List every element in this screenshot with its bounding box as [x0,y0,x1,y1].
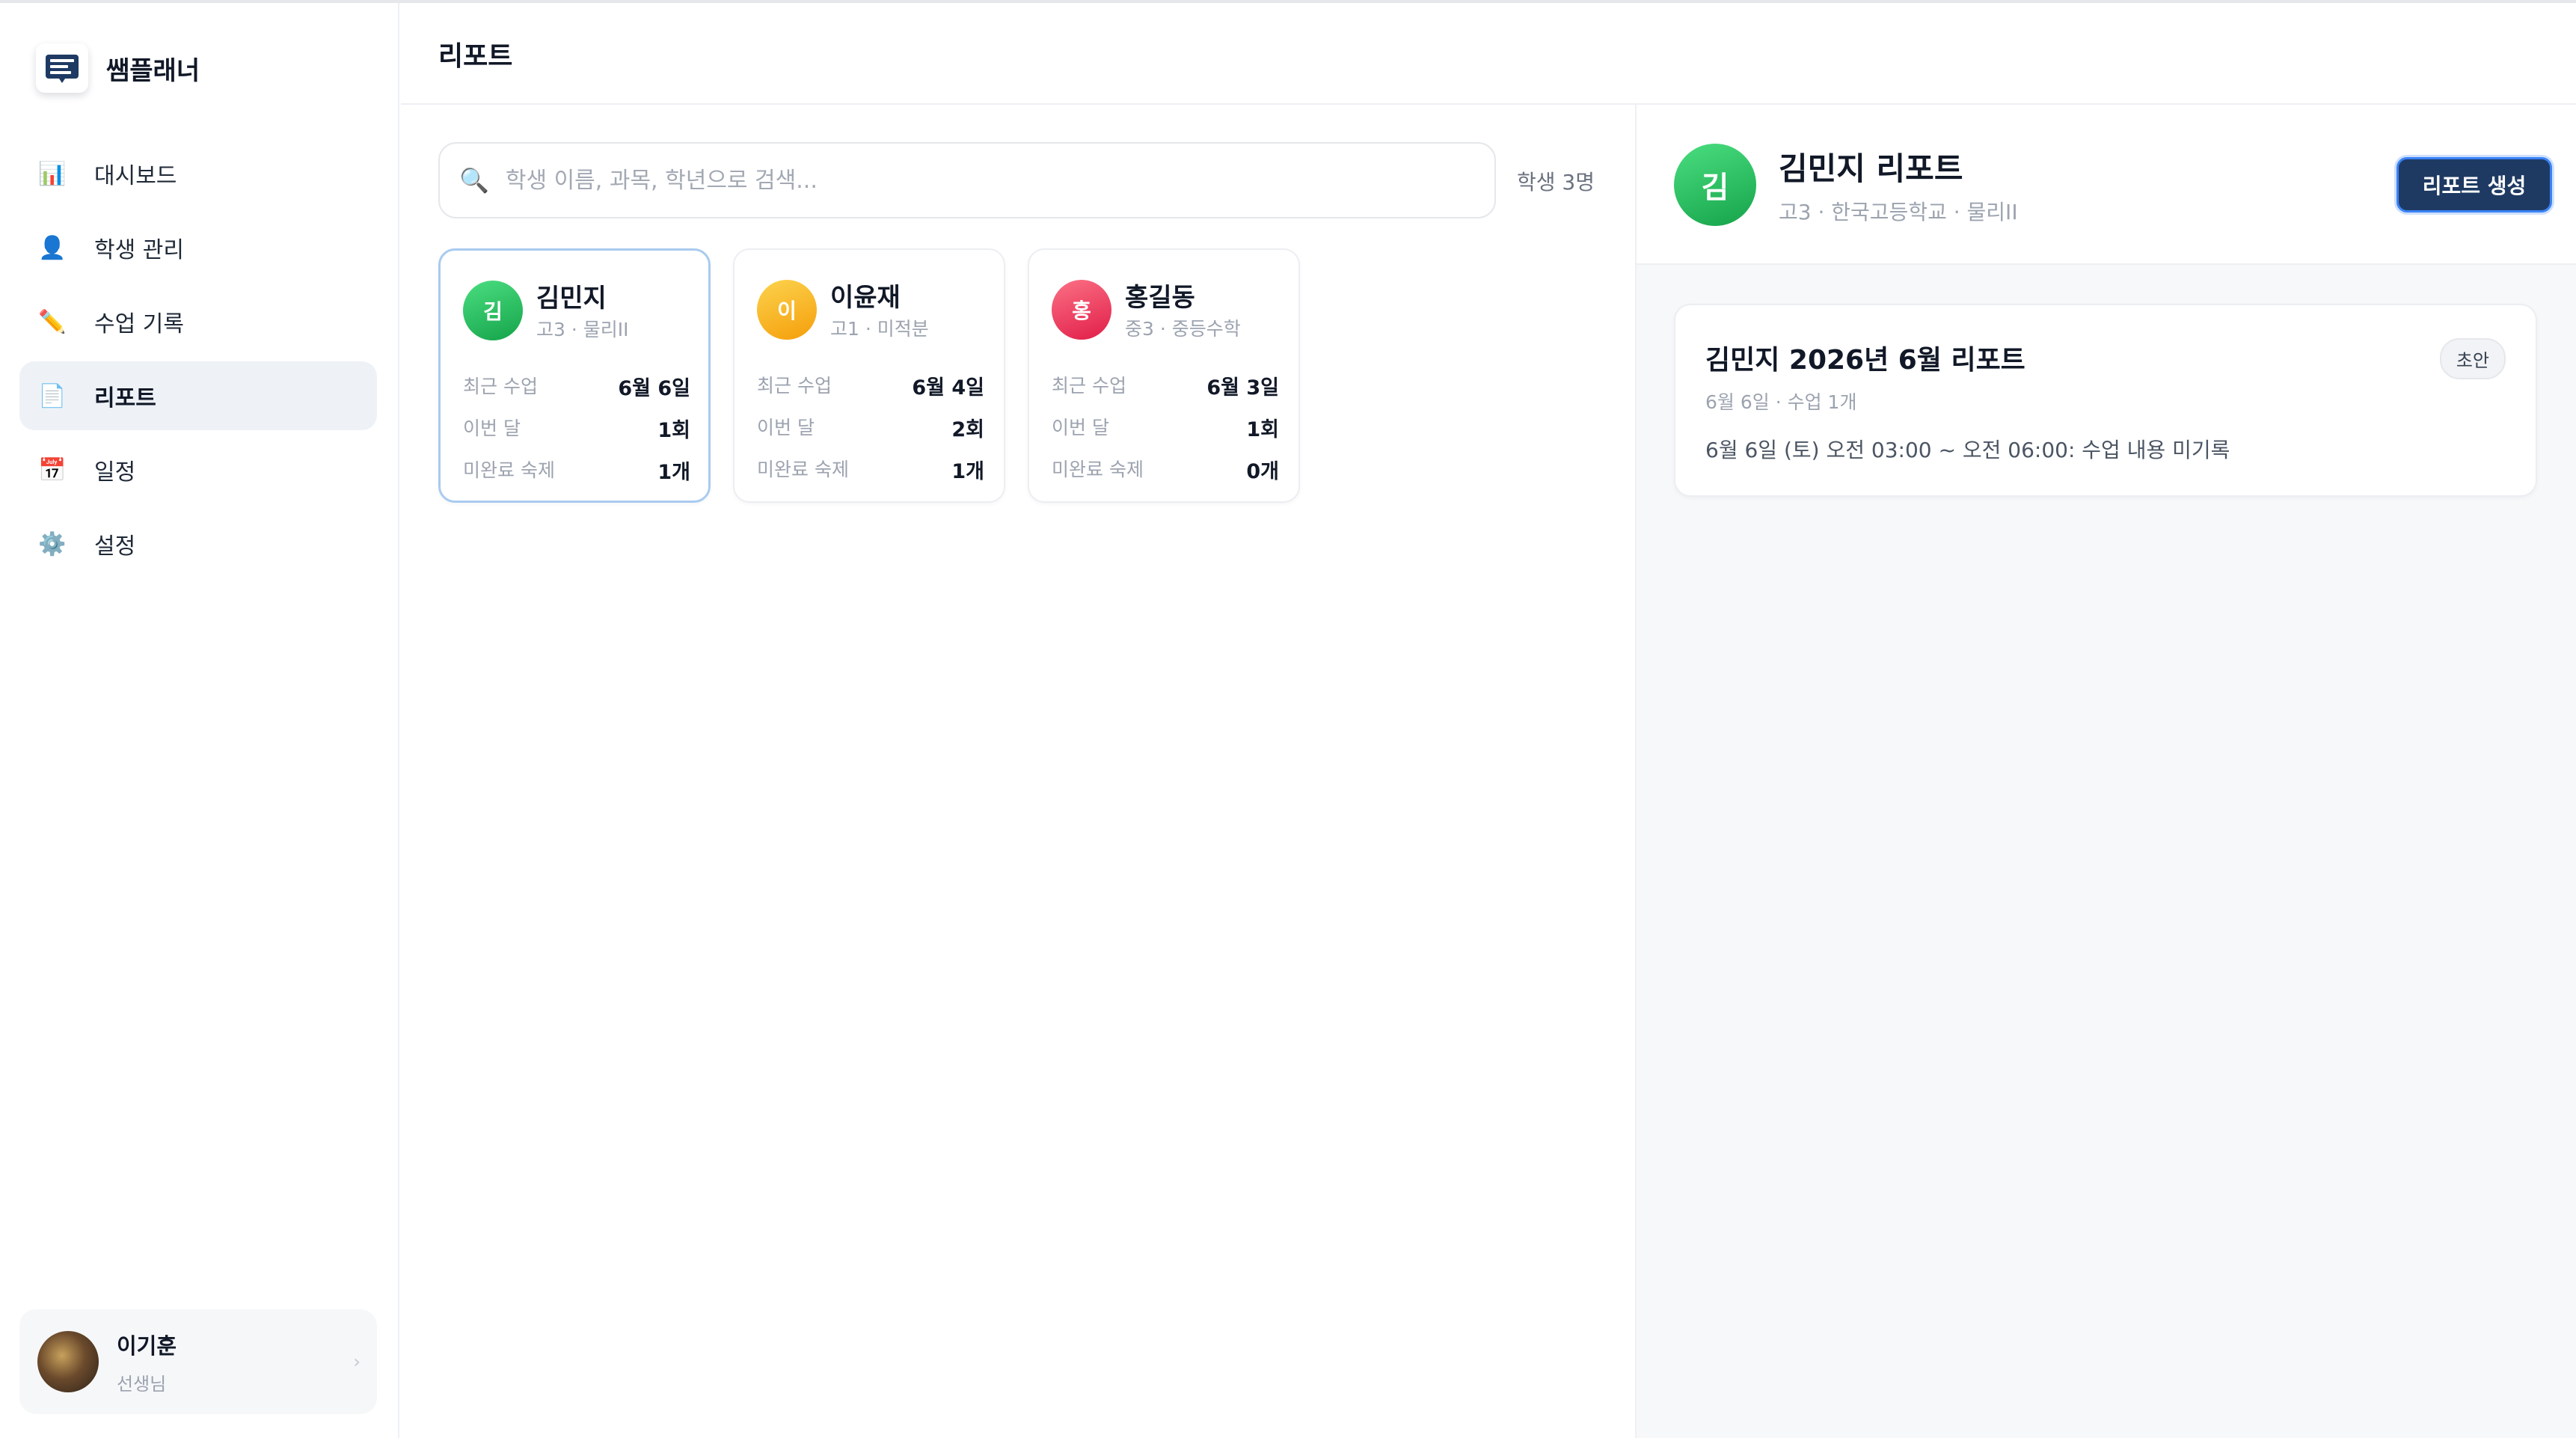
card-stat-row: 이번 달 2회 [757,413,984,442]
page-title: 리포트 [438,41,513,72]
student-name: 이윤재 [830,283,901,313]
user-role: 선생님 [117,1373,167,1395]
sidebar-item-reports[interactable]: 📄 리포트 [19,361,377,430]
brand[interactable]: 쌤플래너 [36,43,200,93]
stat-value: 6월 4일 [912,376,984,400]
student-subtitle: 고1 · 미적분 [830,318,929,340]
bar-chart-icon: 📊 [38,160,67,187]
sidebar-item-label: 학생 관리 [94,237,184,263]
card-stat-row: 이번 달 1회 [463,414,690,443]
sidebar-item-label: 수업 기록 [94,311,184,337]
search-box[interactable]: 🔍 [438,142,1496,218]
generate-report-button[interactable]: 리포트 생성 [2396,157,2552,212]
page-header: 리포트 [401,3,2576,105]
chevron-right-icon: › [353,1351,361,1372]
report-title: 김민지 2026년 6월 리포트 [1705,345,2025,376]
sidebar-item-label: 대시보드 [94,163,177,189]
stat-value: 1회 [657,419,690,442]
sidebar-item-lessons[interactable]: ✏️ 수업 기록 [19,287,377,356]
stat-value: 1개 [951,460,984,483]
stat-label: 최근 수업 [757,375,832,397]
stat-label: 미완료 숙제 [463,459,555,481]
report-summary: 6월 6일 (토) 오전 03:00 ~ 오전 06:00: 수업 내용 미기록 [1705,438,2230,462]
report-detail-panel: 김 김민지 리포트 고3 · 한국고등학교 · 물리II 리포트 생성 김민지 … [1635,105,2576,1438]
stat-value: 0개 [1246,460,1279,483]
stat-value: 1개 [657,461,690,484]
search-input[interactable] [505,167,1463,194]
avatar [37,1331,99,1392]
calendar-icon: 📅 [38,456,67,483]
detail-subtitle: 고3 · 한국고등학교 · 물리II [1779,200,2018,224]
stat-label: 최근 수업 [463,376,538,397]
sidebar-item-students[interactable]: 👤 학생 관리 [19,213,377,282]
card-stat-row: 최근 수업 6월 6일 [463,372,690,401]
user-name: 이기훈 [117,1333,177,1359]
card-stat-row: 미완료 숙제 0개 [1052,455,1279,484]
stat-label: 최근 수업 [1052,375,1126,397]
student-card[interactable]: 홍 홍길동 중3 · 중등수학 최근 수업 6월 3일 이번 달 1회 미완료 … [1028,248,1300,503]
card-stat-row: 최근 수업 6월 4일 [757,371,984,400]
person-icon: 👤 [38,234,67,261]
avatar: 이 [757,280,817,340]
sidebar-nav: 📊 대시보드 👤 학생 관리 ✏️ 수업 기록 📄 리포트 📅 일정 ⚙️ 설정 [19,139,377,584]
sidebar-item-label: 리포트 [94,385,156,411]
stat-label: 미완료 숙제 [757,459,849,480]
student-card[interactable]: 이 이윤재 고1 · 미적분 최근 수업 6월 4일 이번 달 2회 미완료 숙… [733,248,1005,503]
stat-label: 이번 달 [757,417,815,438]
report-meta: 6월 6일 · 수업 1개 [1705,391,1857,413]
search-icon: 🔍 [459,166,489,195]
student-name: 홍길동 [1125,283,1195,313]
stat-value: 6월 6일 [618,377,690,400]
card-stat-row: 이번 달 1회 [1052,413,1279,442]
student-subtitle: 중3 · 중등수학 [1125,318,1241,340]
sidebar-item-label: 설정 [94,533,136,560]
student-subtitle: 고3 · 물리II [536,319,629,340]
document-icon: 📄 [38,382,67,409]
sidebar: 쌤플래너 📊 대시보드 👤 학생 관리 ✏️ 수업 기록 📄 리포트 📅 일정 … [0,3,399,1438]
sidebar-item-label: 일정 [94,459,136,486]
stat-value: 2회 [951,418,984,441]
student-name: 김민지 [536,284,607,313]
stat-label: 이번 달 [1052,417,1109,438]
stat-value: 6월 3일 [1206,376,1279,400]
detail-header: 김 김민지 리포트 고3 · 한국고등학교 · 물리II 리포트 생성 [1637,105,2576,265]
student-list-panel: 🔍 학생 3명 김 김민지 고3 · 물리II 최근 수업 6월 6일 이번 달… [401,105,1635,1438]
report-card[interactable]: 김민지 2026년 6월 리포트 초안 6월 6일 · 수업 1개 6월 6일 … [1674,304,2537,497]
avatar: 홍 [1052,280,1111,340]
planner-logo-icon [36,43,88,93]
avatar: 김 [463,281,523,340]
user-profile-card[interactable]: 이기훈 선생님 › [19,1309,377,1414]
sidebar-item-schedule[interactable]: 📅 일정 [19,435,377,504]
pencil-icon: ✏️ [38,308,67,335]
card-stat-row: 최근 수업 6월 3일 [1052,371,1279,400]
avatar: 김 [1674,144,1756,226]
brand-name: 쌤플래너 [106,55,200,86]
card-stat-row: 미완료 숙제 1개 [757,455,984,484]
student-card[interactable]: 김 김민지 고3 · 물리II 최근 수업 6월 6일 이번 달 1회 미완료 … [438,248,711,503]
gear-icon: ⚙️ [38,530,67,557]
detail-title: 김민지 리포트 [1779,150,1963,187]
stat-label: 미완료 숙제 [1052,459,1144,480]
stat-value: 1회 [1246,418,1279,441]
status-badge: 초안 [2439,338,2506,379]
sidebar-item-dashboard[interactable]: 📊 대시보드 [19,139,377,208]
student-count: 학생 3명 [1517,170,1595,195]
sidebar-item-settings[interactable]: ⚙️ 설정 [19,510,377,578]
stat-label: 이번 달 [463,417,521,439]
card-stat-row: 미완료 숙제 1개 [463,456,690,485]
